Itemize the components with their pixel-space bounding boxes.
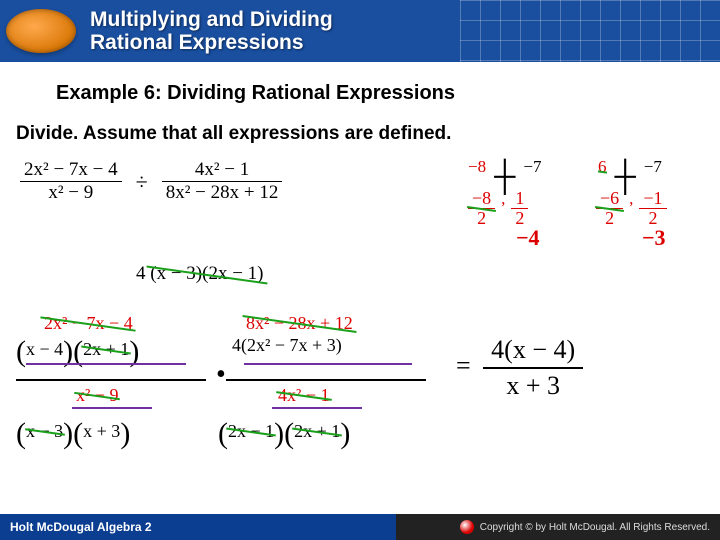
left-top-f1: x − 4	[26, 339, 63, 359]
left-fraction: 2x² − 7x − 4 x² − 9	[20, 159, 122, 204]
right-orig-den: 4x² − 1	[278, 385, 330, 406]
hint2-frac-b: −1 2	[639, 189, 666, 228]
math-workspace: 2x² − 7x − 4 x² − 9 ÷ 4x² − 1 8x² − 28x …	[16, 159, 704, 489]
left-orig-num: 2x² − 7x − 4	[44, 313, 133, 334]
right-bot-f1: 2x − 1	[228, 421, 274, 441]
factor-hint-1-top: −8 ┼ −7	[468, 157, 541, 184]
hint1-frac-a: −8 2	[468, 189, 495, 228]
title-line-2: Rational Expressions	[90, 31, 304, 54]
underline-left-num	[26, 363, 186, 365]
right-numerator: 4x² − 1	[162, 159, 283, 182]
copyright-text: Copyright © by Holt McDougal. All Rights…	[460, 520, 710, 534]
factor-hint-1: −8 ┼ −7	[468, 157, 541, 184]
left-numerator: 2x² − 7x − 4	[20, 159, 122, 182]
coef-4: 4	[136, 263, 146, 284]
underline-right-num	[244, 363, 412, 365]
hint1-frac-b: 1 2	[511, 189, 528, 228]
multiply-dot: •	[210, 359, 232, 391]
hint1-product: −8	[468, 157, 486, 184]
right-bot-f2: 2x + 1	[294, 421, 340, 441]
header-bar: Multiplying and Dividing Rational Expres…	[0, 0, 720, 62]
left-bot-factors: (x − 3)(x + 3)	[16, 417, 130, 451]
right-bot-factors: (2x − 1)(2x + 1)	[218, 417, 350, 451]
hint2-sum: −7	[644, 157, 662, 184]
factor-hint-2-fracs: −6 2 , −1 2	[596, 189, 667, 228]
left-bot-f1: x − 3	[26, 421, 63, 441]
plus-icon: ┼	[494, 163, 515, 190]
hint2-product: 6	[598, 157, 607, 184]
lesson-title: Multiplying and Dividing Rational Expres…	[90, 8, 333, 54]
hint2-comma: ,	[629, 189, 633, 209]
publisher-logo-icon	[460, 520, 474, 534]
left-orig-den: x² − 9	[76, 385, 119, 406]
right-fraction: 4x² − 1 8x² − 28x + 12	[162, 159, 283, 204]
right-denominator: 8x² − 28x + 12	[162, 182, 283, 204]
hint1-result: −4	[516, 225, 540, 251]
hint2-result: −3	[642, 225, 666, 251]
right-top-factors: 4(2x² − 7x + 3)	[232, 335, 342, 356]
underline-left-den	[72, 407, 152, 409]
title-line-1: Multiplying and Dividing	[90, 8, 333, 31]
logo-oval	[6, 9, 76, 53]
factor-hint-2: 6 ┼ −7	[598, 157, 662, 184]
fraction-bar-left	[16, 379, 206, 381]
left-bot-f2: x + 3	[83, 421, 120, 441]
final-denominator: x + 3	[483, 369, 583, 401]
final-numerator: 4(x − 4)	[483, 335, 583, 369]
hint1-comma: ,	[501, 189, 505, 209]
plus-icon: ┼	[615, 163, 636, 190]
factor-hint-2-top: 6 ┼ −7	[598, 157, 662, 184]
factored-mid-factors: (x − 3)(2x − 1)	[150, 263, 263, 284]
equals-sign: =	[456, 351, 471, 380]
right-orig-num: 8x² − 28x + 12	[246, 313, 353, 334]
content-area: Example 6: Dividing Rational Expressions…	[0, 62, 720, 489]
left-denominator: x² − 9	[20, 182, 122, 204]
instruction-text: Divide. Assume that all expressions are …	[16, 123, 704, 145]
footer-bar: Holt McDougal Algebra 2 Copyright © by H…	[0, 514, 720, 540]
left-top-f2: 2x + 1	[83, 339, 129, 359]
final-fraction: 4(x − 4) x + 3	[483, 335, 583, 401]
underline-right-den	[272, 407, 362, 409]
fraction-bar-right	[226, 379, 426, 381]
final-answer: = 4(x − 4) x + 3	[456, 335, 583, 401]
header-grid-decoration	[460, 0, 720, 62]
problem-expression: 2x² − 7x − 4 x² − 9 ÷ 4x² − 1 8x² − 28x …	[20, 159, 282, 204]
divide-operator: ÷	[132, 169, 152, 195]
hint2-frac-a: −6 2	[596, 189, 623, 228]
factored-right-num: 4 (x − 3)(2x − 1)	[136, 263, 264, 285]
factor-hint-1-fracs: −8 2 , 1 2	[468, 189, 528, 228]
hint1-sum: −7	[523, 157, 541, 184]
example-title: Example 6: Dividing Rational Expressions	[56, 82, 704, 105]
book-title: Holt McDougal Algebra 2	[10, 520, 152, 534]
